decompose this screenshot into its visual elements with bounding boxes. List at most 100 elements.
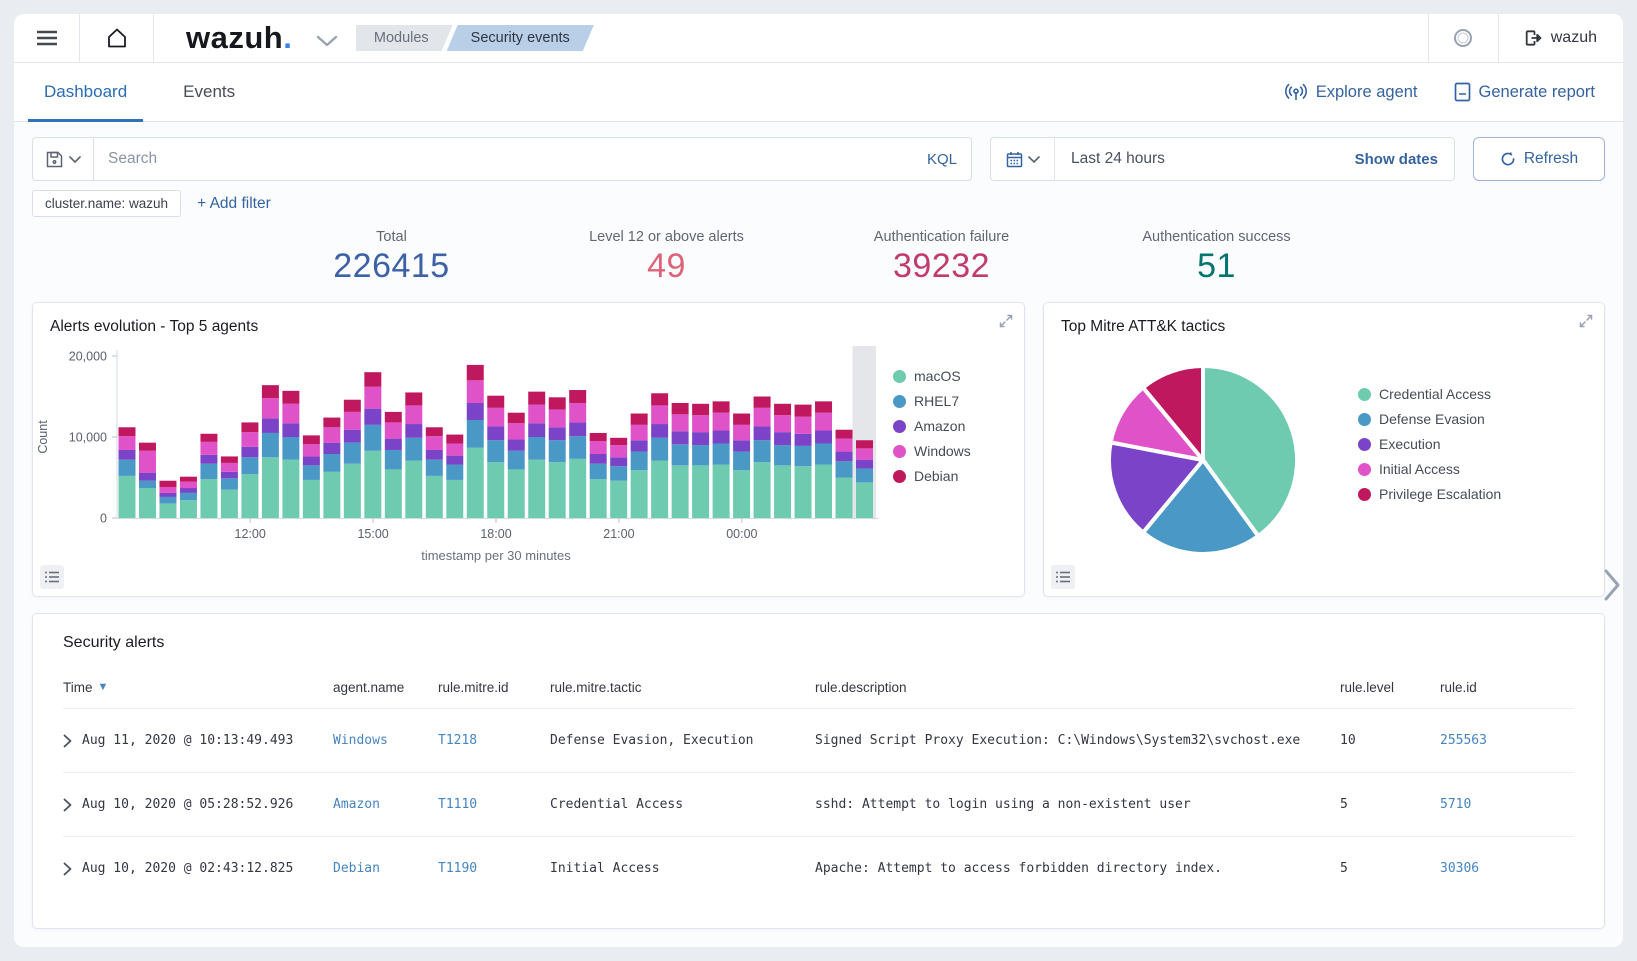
bar-02:30[interactable] (836, 430, 853, 518)
stat-value: 39232 (804, 247, 1079, 286)
legend-item-debian[interactable]: Debian (893, 468, 971, 484)
bar-16:00[interactable] (405, 392, 422, 518)
bar-19:30[interactable] (549, 397, 566, 518)
bar-03:00[interactable] (856, 440, 873, 518)
bar-12:30[interactable] (262, 385, 279, 518)
alerts-evolution-bar-chart[interactable]: 010,00020,000Count12:0015:0018:0021:0000… (33, 342, 889, 568)
bar-01:30[interactable] (795, 405, 812, 518)
cell-agent-name[interactable]: Debian (333, 861, 438, 876)
bar-13:30[interactable] (303, 435, 320, 518)
row-expand-chevron[interactable] (63, 734, 72, 748)
kql-selector[interactable]: KQL (915, 151, 957, 168)
bar-23:30[interactable] (713, 401, 730, 518)
cell-rule-mitre-id[interactable]: T1110 (438, 797, 550, 812)
bar-21:00[interactable] (610, 438, 627, 518)
bar-16:30[interactable] (426, 427, 443, 518)
filter-pill-cluster-name[interactable]: cluster.name: wazuh (32, 190, 181, 217)
column-header-rule-description[interactable]: rule.description (815, 680, 1340, 695)
cell-rule-id[interactable]: 30306 (1440, 861, 1574, 876)
bar-19:00[interactable] (528, 392, 545, 518)
bar-02:00[interactable] (815, 401, 832, 518)
wazuh-logo[interactable]: wazuh. (186, 20, 292, 56)
mitre-tactics-pie-chart[interactable] (1058, 350, 1358, 570)
legend-toggle-button[interactable] (40, 565, 64, 589)
column-header-rule-mitre-id[interactable]: rule.mitre.id (438, 680, 550, 695)
tab-events[interactable]: Events (181, 63, 237, 121)
bar-00:00[interactable] (733, 414, 750, 518)
legend-item-amazon[interactable]: Amazon (893, 418, 971, 434)
legend-toggle-button[interactable] (1051, 565, 1075, 589)
bar-21:30[interactable] (631, 414, 648, 518)
bar-11:00[interactable] (200, 434, 217, 518)
column-header-rule-level[interactable]: rule.level (1340, 680, 1440, 695)
bar-20:30[interactable] (590, 433, 607, 518)
cell-rule-id[interactable]: 5710 (1440, 797, 1574, 812)
bar-15:30[interactable] (385, 412, 402, 518)
bar-18:30[interactable] (508, 413, 525, 518)
bar-22:00[interactable] (651, 393, 668, 518)
legend-item-defense-evasion[interactable]: Defense Evasion (1358, 411, 1501, 427)
legend-item-initial-access[interactable]: Initial Access (1358, 461, 1501, 477)
bar-10:30[interactable] (180, 477, 197, 518)
bar-22:30[interactable] (672, 403, 689, 518)
saved-query-button[interactable] (32, 137, 94, 181)
legend-item-credential-access[interactable]: Credential Access (1358, 386, 1501, 402)
bar-14:30[interactable] (344, 400, 361, 518)
bar-11:30[interactable] (221, 456, 238, 518)
legend-item-execution[interactable]: Execution (1358, 436, 1501, 452)
explore-agent-button[interactable]: Explore agent (1284, 83, 1418, 102)
sort-desc-icon: ▼ (98, 681, 109, 693)
bar-09:30[interactable] (139, 443, 156, 518)
bar-12:00[interactable] (241, 422, 258, 518)
wazuh-logo-dot: . (283, 20, 292, 56)
generate-report-button[interactable]: Generate report (1454, 82, 1595, 102)
expand-panel-icon[interactable] (1578, 313, 1594, 329)
column-header-rule-id[interactable]: rule.id (1440, 680, 1574, 695)
expand-panel-icon[interactable] (998, 313, 1014, 329)
table-row[interactable]: Aug 11, 2020 @ 10:13:49.493WindowsT1218D… (63, 708, 1574, 772)
cell-agent-name[interactable]: Amazon (333, 797, 438, 812)
legend-item-macos[interactable]: macOS (893, 368, 971, 384)
bar-14:00[interactable] (323, 418, 340, 518)
row-expand-chevron[interactable] (63, 862, 72, 876)
legend-item-rhel7[interactable]: RHEL7 (893, 393, 971, 409)
bar-13:00[interactable] (282, 391, 299, 518)
bar-17:30[interactable] (467, 365, 484, 518)
refresh-button[interactable]: Refresh (1473, 137, 1605, 181)
legend-item-privilege-escalation[interactable]: Privilege Escalation (1358, 486, 1501, 502)
cell-time-value: Aug 11, 2020 @ 10:13:49.493 (82, 733, 293, 748)
cell-agent-name[interactable]: Windows (333, 733, 438, 748)
cell-rule-id[interactable]: 255563 (1440, 733, 1574, 748)
bar-00:30[interactable] (754, 397, 771, 519)
next-panel-chevron[interactable] (1603, 568, 1621, 602)
date-quick-select-button[interactable] (991, 138, 1055, 180)
user-menu[interactable]: wazuh (1498, 14, 1623, 62)
add-filter-button[interactable]: + Add filter (197, 195, 271, 213)
chevron-down-icon[interactable] (316, 35, 338, 47)
home-button[interactable] (80, 14, 154, 62)
column-header-agent-name[interactable]: agent.name (333, 680, 438, 695)
cell-rule-mitre-id[interactable]: T1190 (438, 861, 550, 876)
bar-09:00[interactable] (119, 427, 136, 518)
bar-01:00[interactable] (774, 404, 791, 518)
bar-20:00[interactable] (569, 390, 586, 518)
bar-23:00[interactable] (692, 404, 709, 518)
show-dates-button[interactable]: Show dates (1339, 151, 1454, 168)
legend-item-windows[interactable]: Windows (893, 443, 971, 459)
menu-button[interactable] (14, 14, 80, 62)
table-row[interactable]: Aug 10, 2020 @ 02:43:12.825DebianT1190In… (63, 836, 1574, 900)
breadcrumb-modules[interactable]: Modules (356, 25, 453, 51)
bar-15:00[interactable] (364, 372, 381, 518)
cell-rule-mitre-id[interactable]: T1218 (438, 733, 550, 748)
column-header-time[interactable]: Time▼ (63, 680, 333, 695)
bar-10:00[interactable] (159, 481, 176, 518)
bar-18:00[interactable] (487, 396, 504, 518)
tab-dashboard[interactable]: Dashboard (42, 63, 129, 121)
row-expand-chevron[interactable] (63, 798, 72, 812)
health-status-button[interactable] (1428, 14, 1498, 62)
time-range-value[interactable]: Last 24 hours (1055, 150, 1339, 168)
column-header-rule-mitre-tactic[interactable]: rule.mitre.tactic (550, 680, 815, 695)
table-row[interactable]: Aug 10, 2020 @ 05:28:52.926AmazonT1110Cr… (63, 772, 1574, 836)
bar-17:00[interactable] (446, 435, 463, 518)
search-input[interactable] (108, 150, 915, 168)
